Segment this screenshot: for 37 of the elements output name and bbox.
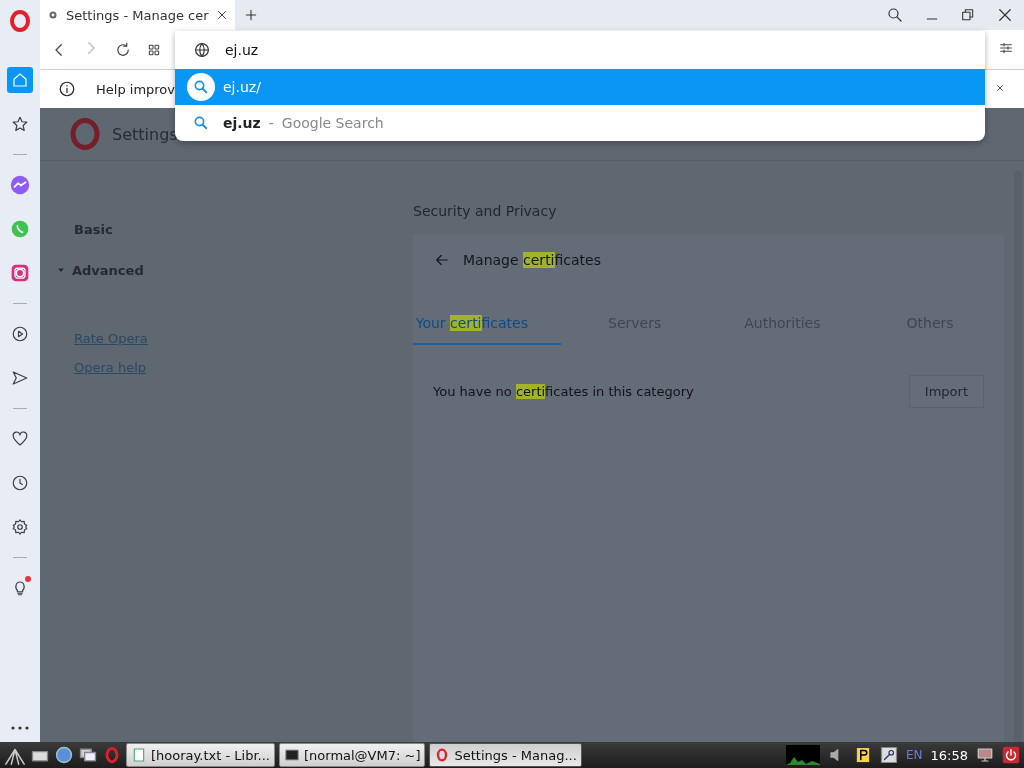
opera-logo-icon: [70, 118, 100, 150]
scrollbar[interactable]: [1014, 171, 1022, 742]
taskbar-window[interactable]: [normal@VM7: ~]: [279, 743, 426, 767]
keyboard-layout[interactable]: EN: [905, 748, 923, 762]
taskbar-window[interactable]: [hooray.txt - Libr...: [126, 743, 275, 767]
restore-icon[interactable]: [960, 7, 976, 23]
close-icon[interactable]: [215, 8, 229, 22]
search-icon: [192, 114, 210, 132]
search-icon[interactable]: [886, 6, 904, 24]
plus-icon[interactable]: [243, 7, 259, 23]
browser-tab[interactable]: Settings - Manage cer: [40, 0, 235, 30]
more-icon[interactable]: [11, 726, 29, 730]
parking-icon[interactable]: [853, 746, 872, 764]
reload-icon[interactable]: [114, 40, 132, 59]
nav-item[interactable]: Basic: [74, 219, 373, 239]
opera-logo-icon[interactable]: [10, 10, 30, 32]
section-title: Security and Privacy: [413, 203, 558, 219]
power-icon[interactable]: [1002, 746, 1020, 764]
info-bar-text: Help improv: [96, 81, 175, 97]
close-icon[interactable]: [996, 6, 1014, 24]
globe-icon: [193, 41, 211, 59]
terminal-icon: [284, 747, 300, 763]
settings-title: Settings: [112, 124, 178, 144]
clock[interactable]: 16:58: [930, 747, 968, 763]
import-button[interactable]: Import: [908, 375, 984, 408]
nav-item[interactable]: Advanced: [74, 260, 373, 280]
search-icon: [192, 78, 210, 96]
taskbar-window[interactable]: Settings - Manag...: [429, 743, 582, 767]
suggestion-item[interactable]: ej.uz - Google Search: [175, 105, 985, 141]
globe-icon[interactable]: [54, 745, 74, 765]
document-icon: [131, 747, 147, 763]
key-icon[interactable]: [879, 746, 898, 764]
suggestion-item[interactable]: ej.uz/: [175, 69, 985, 105]
empty-message: You have no certificates in this category: [433, 384, 694, 399]
cpu-graph-icon: [785, 745, 820, 765]
monitor-icon[interactable]: [976, 746, 994, 764]
info-icon: [58, 80, 76, 98]
